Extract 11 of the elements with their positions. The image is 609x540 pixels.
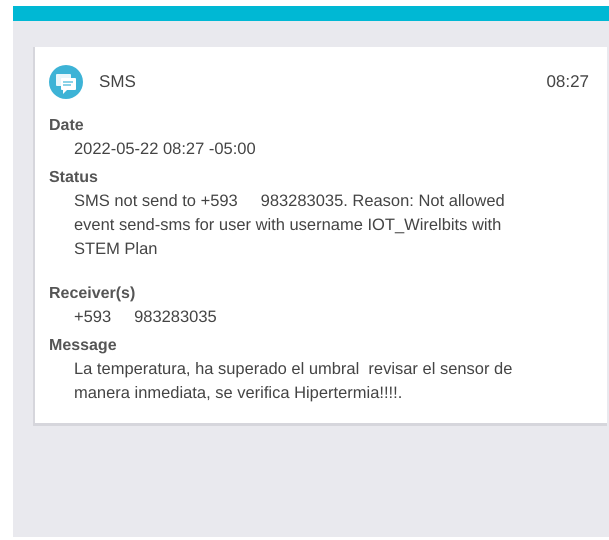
field-value: 2022-05-22 08:27 -05:00 <box>73 139 257 160</box>
field-label: Status <box>49 168 99 188</box>
field-label: Date <box>49 116 85 136</box>
notification-title: SMS <box>99 71 136 94</box>
field-value: +593 983283035 <box>73 307 218 328</box>
field-label: Message <box>49 336 118 356</box>
field-value: La temperatura, ha superado el umbral revisar el sensor de manera inmediata, se verifica Hipertermia!!!!. <box>73 359 514 404</box>
field-label: Receiver(s) <box>49 284 136 304</box>
notification-time: 08:27 <box>546 71 589 94</box>
field-value: SMS not send to +593 983283035. Reason: Not allowed event send-sms for user with username IOT_Wirelbits with STEM Plan <box>73 191 506 260</box>
chat-bubbles-icon <box>49 65 83 99</box>
